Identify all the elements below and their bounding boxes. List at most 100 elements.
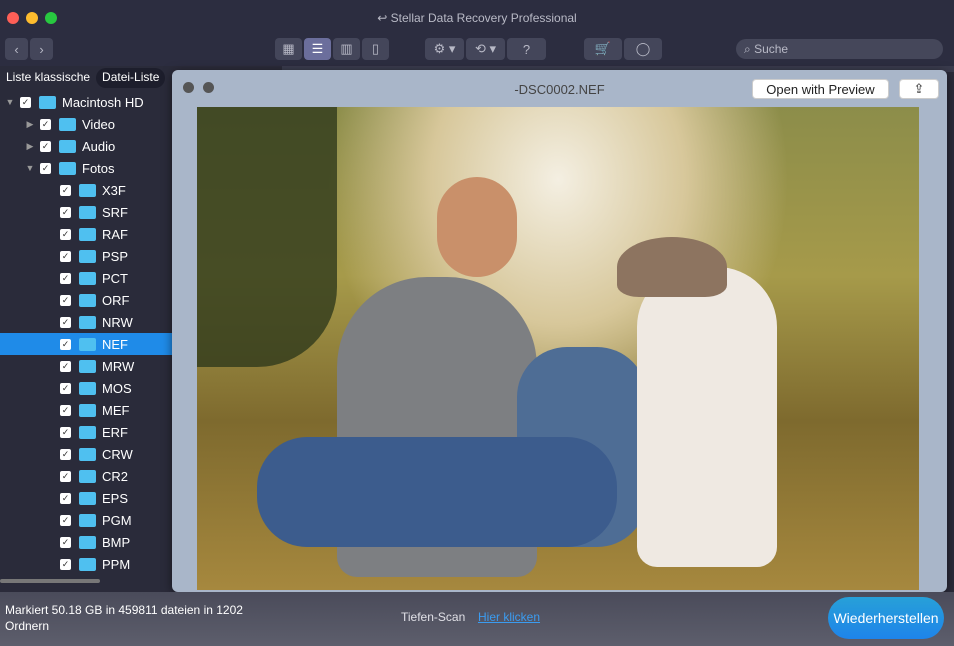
disclosure-triangle-icon[interactable]: ▶ xyxy=(20,141,40,152)
tree-item[interactable]: ▼ ✓ Fotos xyxy=(0,157,172,179)
checkbox[interactable]: ✓ xyxy=(60,492,71,504)
tree-item[interactable]: ✓ MOS xyxy=(0,377,172,399)
tree-item-label: Fotos xyxy=(82,160,115,176)
tree-item[interactable]: ✓ CRW xyxy=(0,443,172,465)
tree-item[interactable]: ✓ ORF xyxy=(0,289,172,311)
tab-classic-list[interactable]: Liste klassische xyxy=(0,68,96,88)
tree-item[interactable]: ▼ ✓ Macintosh HD xyxy=(0,91,172,113)
tree-item[interactable]: ✓ PGM xyxy=(0,509,172,531)
tree-item[interactable]: ✓ ERF xyxy=(0,421,172,443)
cart-button[interactable]: 🛒 xyxy=(584,38,622,60)
tree-item[interactable]: ✓ MEF xyxy=(0,399,172,421)
checkbox[interactable]: ✓ xyxy=(40,118,51,130)
tree-item[interactable]: ✓ NRW xyxy=(0,311,172,333)
tree-item-label: PCT xyxy=(102,270,128,286)
tree-item[interactable]: ▶ ✓ Audio xyxy=(0,135,172,157)
preview-image xyxy=(197,107,919,590)
checkbox[interactable]: ✓ xyxy=(60,184,71,196)
tree-item-label: CR2 xyxy=(102,468,129,484)
tree-item[interactable]: ✓ MRW xyxy=(0,355,172,377)
forward-button[interactable]: › xyxy=(30,38,53,60)
tree-item[interactable]: ✓ SRF xyxy=(0,201,172,223)
checkbox[interactable]: ✓ xyxy=(20,96,31,108)
list-view-button[interactable]: ☰ xyxy=(304,38,331,60)
checkbox[interactable]: ✓ xyxy=(60,404,71,416)
disclosure-triangle-icon[interactable]: ▼ xyxy=(0,97,20,107)
deep-scan-link[interactable]: Hier klicken xyxy=(478,610,540,624)
folder-icon xyxy=(79,447,96,461)
checkbox[interactable]: ✓ xyxy=(60,272,71,284)
tree-item[interactable]: ✓ PSP xyxy=(0,245,172,267)
list-icon: ☰ xyxy=(311,41,324,56)
grid-view-button[interactable]: ▦ xyxy=(275,38,302,60)
checkbox[interactable]: ✓ xyxy=(60,316,71,328)
tree-item-label: PGM xyxy=(102,512,132,528)
tree-item-label: Audio xyxy=(82,138,116,154)
account-button[interactable]: ◯ xyxy=(624,38,662,60)
tree-item[interactable]: ✓ X3F xyxy=(0,179,172,201)
tree-item-label: PPM xyxy=(102,556,131,572)
window-title: Stellar Data Recovery Professional xyxy=(390,11,577,25)
search-input[interactable]: ⌕ Suche xyxy=(736,39,943,59)
checkbox[interactable]: ✓ xyxy=(60,360,71,372)
recover-button[interactable]: Wiederherstellen xyxy=(828,597,944,639)
folder-icon xyxy=(79,491,96,505)
tree-item[interactable]: ✓ PPM xyxy=(0,553,172,575)
tree-item[interactable]: ✓ NEF xyxy=(0,333,172,355)
tree-item[interactable]: ✓ CR2 xyxy=(0,465,172,487)
history-button[interactable]: ⟲ ▾ xyxy=(466,38,505,60)
checkbox[interactable]: ✓ xyxy=(60,338,71,350)
coverflow-icon: ▯ xyxy=(371,41,380,56)
tree-item[interactable]: ▶ ✓ Video xyxy=(0,113,172,135)
search-icon: ⌕ xyxy=(744,42,755,56)
tree-item-label: EPS xyxy=(102,490,129,506)
folder-icon xyxy=(59,117,76,131)
share-icon: ⇪ xyxy=(913,81,925,96)
back-button[interactable]: ‹ xyxy=(5,38,28,60)
tree-item[interactable]: ✓ RAF xyxy=(0,223,172,245)
history-icon: ⟲ ▾ xyxy=(474,41,497,56)
folder-icon xyxy=(79,271,96,285)
tree-item-label: Macintosh HD xyxy=(62,94,144,110)
tree-item-label: SRF xyxy=(102,204,128,220)
tree-item-label: ERF xyxy=(102,424,128,440)
folder-icon xyxy=(79,205,96,219)
checkbox[interactable]: ✓ xyxy=(60,294,71,306)
checkbox[interactable]: ✓ xyxy=(60,382,71,394)
tab-file-list[interactable]: Datei-Liste xyxy=(96,68,166,88)
tree-item-label: NEF xyxy=(102,336,128,352)
checkbox[interactable]: ✓ xyxy=(60,206,71,218)
tree-item-label: X3F xyxy=(102,182,126,198)
checkbox[interactable]: ✓ xyxy=(60,228,71,240)
column-view-button[interactable]: ▥ xyxy=(333,38,360,60)
help-button[interactable]: ? xyxy=(507,38,546,60)
checkbox[interactable]: ✓ xyxy=(60,536,71,548)
user-icon: ◯ xyxy=(635,41,651,56)
settings-button[interactable]: ⚙ ▾ xyxy=(425,38,464,60)
checkbox[interactable]: ✓ xyxy=(60,426,71,438)
columns-icon: ▥ xyxy=(340,41,353,56)
tree-item[interactable]: ✓ BMP xyxy=(0,531,172,553)
checkbox[interactable]: ✓ xyxy=(60,448,71,460)
checkbox[interactable]: ✓ xyxy=(60,514,71,526)
tree-item-label: MOS xyxy=(102,380,132,396)
checkbox[interactable]: ✓ xyxy=(40,140,51,152)
grid-icon: ▦ xyxy=(282,41,295,56)
disclosure-triangle-icon[interactable]: ▶ xyxy=(20,119,40,130)
checkbox[interactable]: ✓ xyxy=(60,250,71,262)
checkbox[interactable]: ✓ xyxy=(60,558,71,570)
checkbox[interactable]: ✓ xyxy=(40,162,51,174)
tree-item-label: BMP xyxy=(102,534,131,550)
horizontal-scrollbar[interactable] xyxy=(0,579,100,583)
coverflow-view-button[interactable]: ▯ xyxy=(362,38,389,60)
folder-icon xyxy=(79,249,96,263)
disclosure-triangle-icon[interactable]: ▼ xyxy=(20,163,40,173)
share-button[interactable]: ⇪ xyxy=(899,79,939,99)
checkbox[interactable]: ✓ xyxy=(60,470,71,482)
tree-item[interactable]: ✓ PCT xyxy=(0,267,172,289)
tree-item[interactable]: ✓ EPS xyxy=(0,487,172,509)
folder-icon xyxy=(79,535,96,549)
tree-item-label: PSP xyxy=(102,248,129,264)
folder-icon xyxy=(79,557,96,571)
open-with-preview-button[interactable]: Open with Preview xyxy=(752,79,889,99)
